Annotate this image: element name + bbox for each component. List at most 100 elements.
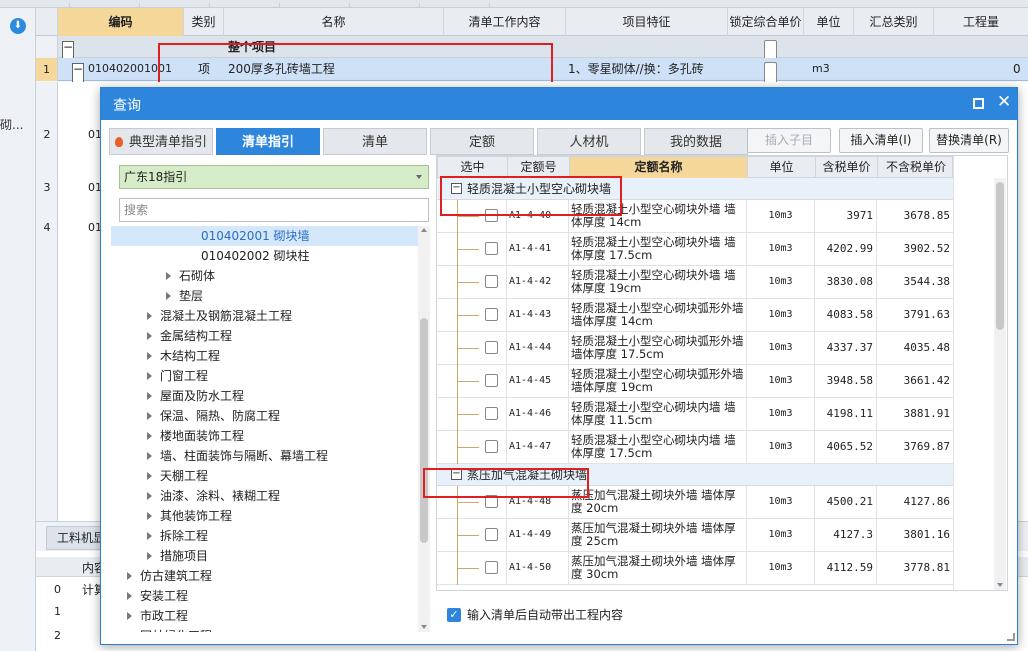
scroll-down-icon[interactable] xyxy=(421,625,427,629)
scroll-up-icon[interactable] xyxy=(421,228,427,232)
tree-item[interactable]: 屋面及防水工程 xyxy=(147,386,244,406)
row-select-checkbox[interactable] xyxy=(485,209,498,222)
tree-scrollbar[interactable] xyxy=(418,226,430,632)
row-select-checkbox[interactable] xyxy=(485,374,498,387)
header-type[interactable]: 类别 xyxy=(184,8,224,36)
header-work-content[interactable]: 清单工作内容 xyxy=(444,8,566,36)
row-select-checkbox[interactable] xyxy=(485,561,498,574)
tab-labor-material[interactable]: 人材机 xyxy=(537,128,641,155)
chevron-right-icon[interactable] xyxy=(127,592,132,600)
scroll-thumb[interactable] xyxy=(996,182,1004,330)
download-icon[interactable]: ⬇ xyxy=(10,18,26,34)
row-name[interactable]: 200厚多孔砖墙工程 xyxy=(228,58,335,80)
quota-row[interactable]: A1-4-45 轻质混凝土小型空心砌块弧形外墙 墙体厚度 19cm 10m3 3948… xyxy=(437,365,953,398)
row-select-checkbox[interactable] xyxy=(485,528,498,541)
tree-item[interactable]: 拆除工程 xyxy=(147,526,208,546)
tab-my-data[interactable]: 我的数据 xyxy=(644,128,748,155)
tree-item[interactable]: 保温、隔热、防腐工程 xyxy=(147,406,280,426)
tree-item[interactable]: 油漆、涂料、裱糊工程 xyxy=(147,486,280,506)
quota-row[interactable]: A1-4-46 轻质混凝土小型空心砌块内墙 墙体厚度 11.5cm 10m3 4198… xyxy=(437,398,953,431)
quota-row[interactable]: A1-4-49 蒸压加气混凝土砌块外墙 墙体厚度 25cm 10m3 4127.3 38… xyxy=(437,519,953,552)
quota-row[interactable]: A1-4-44 轻质混凝土小型空心砌块弧形外墙 墙体厚度 17.5cm 10m3 43… xyxy=(437,332,953,365)
dialog-titlebar[interactable]: 查询 ✕ xyxy=(101,88,1017,120)
quota-group-row[interactable]: − 蒸压加气混凝土砌块墙 xyxy=(437,464,953,486)
chevron-right-icon[interactable] xyxy=(166,292,171,300)
lock-checkbox[interactable] xyxy=(764,62,777,84)
quota-row[interactable]: A1-4-47 轻质混凝土小型空心砌块内墙 墙体厚度 17.5cm 10m3 4065… xyxy=(437,431,953,464)
quota-row[interactable]: A1-4-42 轻质混凝土小型空心砌块外墙 墙体厚度 19cm 10m3 3830.0… xyxy=(437,266,953,299)
search-input[interactable] xyxy=(119,198,429,222)
chevron-right-icon[interactable] xyxy=(147,432,152,440)
tree-item[interactable]: 园林绿化工程 xyxy=(127,626,212,632)
chevron-right-icon[interactable] xyxy=(147,552,152,560)
chevron-right-icon[interactable] xyxy=(166,272,171,280)
row-select-checkbox[interactable] xyxy=(485,275,498,288)
collapse-icon[interactable]: − xyxy=(451,469,462,480)
tree-item[interactable]: 其他装饰工程 xyxy=(147,506,232,526)
chevron-right-icon[interactable] xyxy=(147,392,152,400)
row-select-checkbox[interactable] xyxy=(485,308,498,321)
quota-row[interactable]: A1-4-48 蒸压加气混凝土砌块外墙 墙体厚度 20cm 10m3 4500.21 4… xyxy=(437,486,953,519)
chevron-right-icon[interactable] xyxy=(147,532,152,540)
auto-content-checkbox[interactable]: ✓ xyxy=(447,608,461,622)
quota-row[interactable]: A1-4-41 轻质混凝土小型空心砌块外墙 墙体厚度 17.5cm 10m3 4202… xyxy=(437,233,953,266)
row-select-checkbox[interactable] xyxy=(485,495,498,508)
tree-item[interactable]: 仿古建筑工程 xyxy=(127,566,212,586)
header-price-notax[interactable]: 不含税单价 xyxy=(878,157,954,178)
maximize-icon[interactable] xyxy=(973,98,984,109)
header-code[interactable]: 编码 xyxy=(58,8,184,36)
side-item-label[interactable]: 砌... xyxy=(0,116,23,133)
tab-list-guide[interactable]: 清单指引 xyxy=(216,128,320,155)
row-select-checkbox[interactable] xyxy=(485,440,498,453)
tree-item[interactable]: 楼地面装饰工程 xyxy=(147,426,244,446)
collapse-icon[interactable]: − xyxy=(451,183,462,194)
tab-typical-guide[interactable]: 典型清单指引 xyxy=(109,128,213,155)
tree-item[interactable]: 墙、柱面装饰与隔断、幕墙工程 xyxy=(147,446,328,466)
tree-item[interactable]: 安装工程 xyxy=(127,586,188,606)
chevron-right-icon[interactable] xyxy=(147,492,152,500)
quota-group-row[interactable]: − 轻质混凝土小型空心砌块墙 xyxy=(437,178,953,200)
chevron-right-icon[interactable] xyxy=(127,612,132,620)
chevron-right-icon[interactable] xyxy=(147,372,152,380)
chevron-right-icon[interactable] xyxy=(147,452,152,460)
header-summary[interactable]: 汇总类别 xyxy=(854,8,934,36)
tree-item[interactable]: 木结构工程 xyxy=(147,346,220,366)
scroll-thumb[interactable] xyxy=(420,318,428,543)
header-qty[interactable]: 工程量 xyxy=(934,8,1028,36)
header-lock-price[interactable]: 锁定综合单价 xyxy=(728,8,804,36)
whole-project-row[interactable]: − 整个项目 xyxy=(58,36,1028,63)
resize-grip-icon[interactable] xyxy=(1007,633,1015,641)
chevron-right-icon[interactable] xyxy=(147,332,152,340)
row-select-checkbox[interactable] xyxy=(485,407,498,420)
chevron-right-icon[interactable] xyxy=(147,472,152,480)
header-unit[interactable]: 单位 xyxy=(748,157,816,178)
close-icon[interactable]: ✕ xyxy=(997,92,1011,112)
header-name[interactable]: 名称 xyxy=(224,8,444,36)
header-select[interactable]: 选中 xyxy=(438,157,508,178)
header-quota-code[interactable]: 定额号 xyxy=(508,157,570,178)
tree-item[interactable]: 市政工程 xyxy=(127,606,188,626)
insert-child-button[interactable]: 插入子目 xyxy=(747,128,831,153)
scroll-down-icon[interactable] xyxy=(997,583,1003,587)
table-scrollbar[interactable] xyxy=(994,178,1006,590)
chevron-right-icon[interactable] xyxy=(147,352,152,360)
tree-item[interactable]: 天棚工程 xyxy=(147,466,208,486)
tree-item[interactable]: 混凝土及钢筋混凝土工程 xyxy=(147,306,292,326)
tree-item[interactable]: 金属结构工程 xyxy=(147,326,232,346)
tree-item[interactable]: 垫层 xyxy=(166,286,203,306)
insert-list-button[interactable]: 插入清单(I) xyxy=(839,128,923,153)
quota-row[interactable]: A1-4-50 蒸压加气混凝土砌块外墙 墙体厚度 30cm 10m3 4112.59 3… xyxy=(437,552,953,585)
header-quota-name[interactable]: 定额名称 xyxy=(570,157,748,178)
header-feature[interactable]: 项目特征 xyxy=(566,8,728,36)
tab-quota[interactable]: 定额 xyxy=(430,128,534,155)
chevron-right-icon[interactable] xyxy=(147,412,152,420)
row-select-checkbox[interactable] xyxy=(485,341,498,354)
header-unit[interactable]: 单位 xyxy=(804,8,854,36)
quota-row[interactable]: A1-4-40 轻质混凝土小型空心砌块外墙 墙体厚度 14cm 10m3 3971 36… xyxy=(437,200,953,233)
row-select-checkbox[interactable] xyxy=(485,242,498,255)
tree-item[interactable]: 010402002 砌块柱 xyxy=(201,246,310,266)
quota-row[interactable]: A1-4-43 轻质混凝土小型空心砌块弧形外墙 墙体厚度 14cm 10m3 4083… xyxy=(437,299,953,332)
tree-item[interactable]: 010402001 砌块墙 xyxy=(111,226,419,246)
tab-list[interactable]: 清单 xyxy=(323,128,427,155)
tree-item[interactable]: 门窗工程 xyxy=(147,366,208,386)
